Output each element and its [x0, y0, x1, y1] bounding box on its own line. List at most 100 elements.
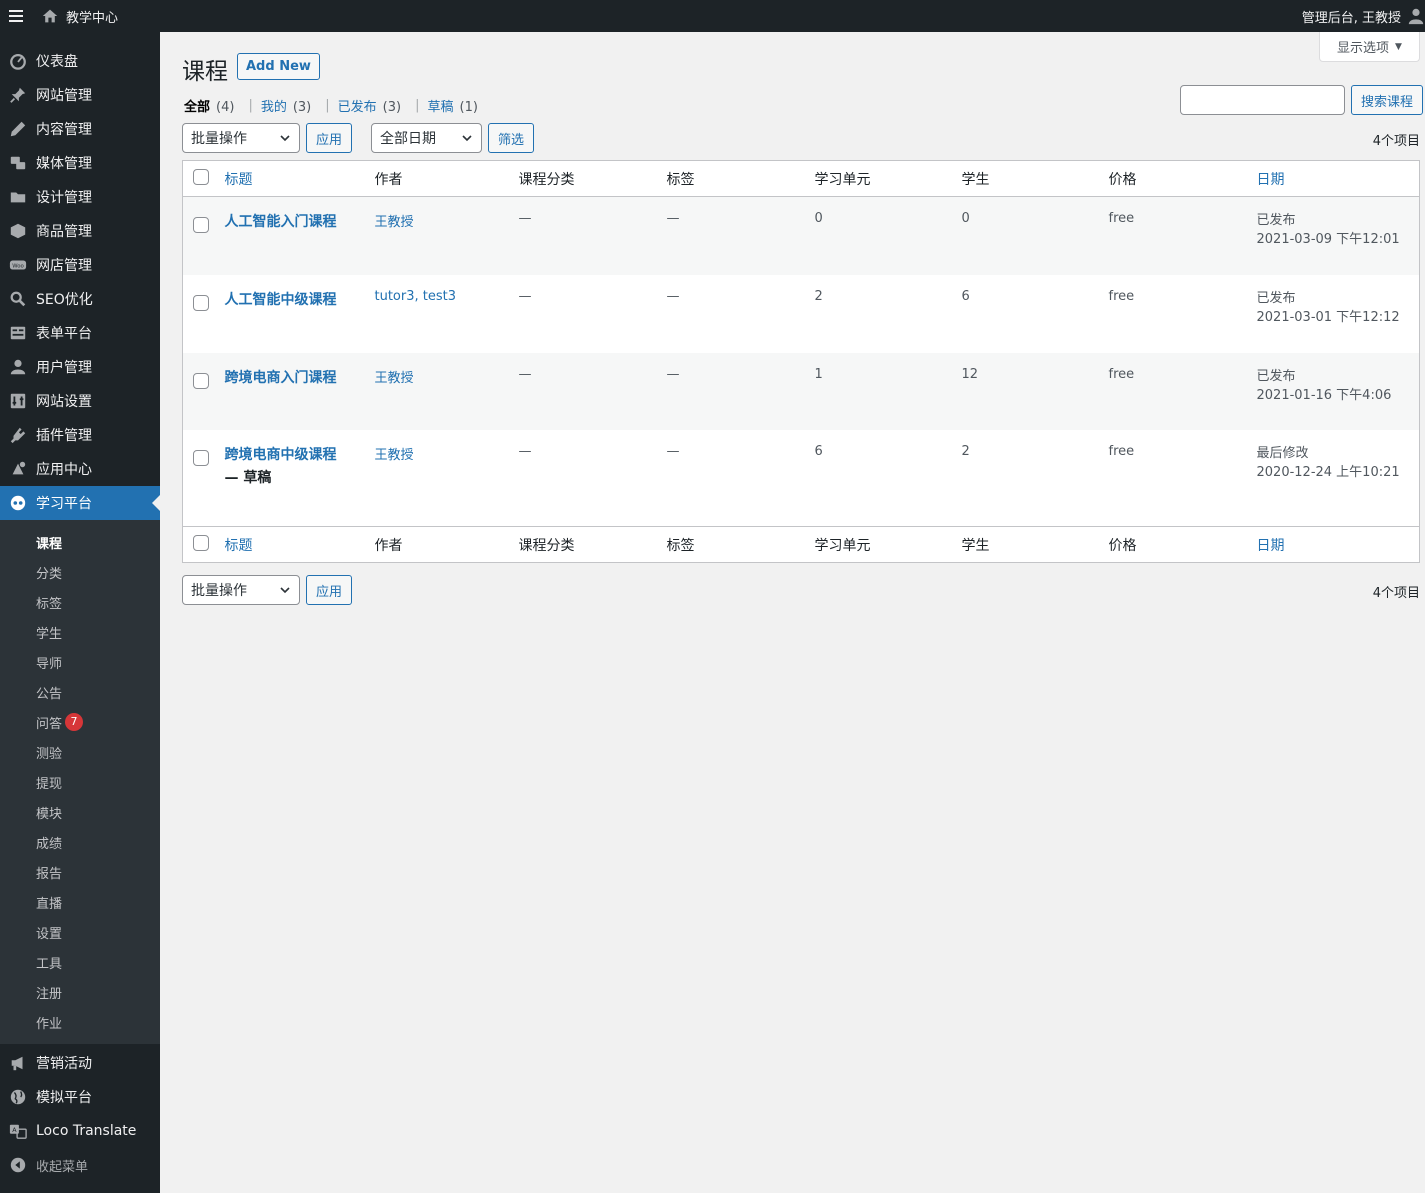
author-link[interactable]: tutor3, test3: [375, 289, 457, 304]
row-checkbox[interactable]: [193, 372, 209, 389]
row-checkbox[interactable]: [193, 217, 209, 233]
submenu-item[interactable]: 设置: [0, 917, 160, 947]
bulk-action-select-bottom[interactable]: 批量操作: [182, 575, 300, 605]
submenu-item[interactable]: 注册: [0, 977, 160, 1007]
apply-button-bottom[interactable]: 应用: [306, 575, 353, 605]
view-all[interactable]: 全部 (4): [184, 96, 234, 115]
sidebar-item-collapse[interactable]: 收起菜单: [0, 1148, 160, 1182]
sidebar-item-label: 网站设置: [36, 394, 92, 410]
folder-icon: [0, 188, 36, 206]
submenu-item[interactable]: 问答 7: [0, 707, 160, 737]
course-title-link[interactable]: 人工智能中级课程: [225, 292, 337, 308]
chevron-down-icon: [280, 135, 290, 142]
caret-down-icon: ▼: [1395, 41, 1402, 52]
submenu-item[interactable]: 提现: [0, 767, 160, 797]
view-mine[interactable]: 我的 (3): [261, 96, 311, 115]
category-cell: —: [518, 211, 532, 226]
sidebar-item-dashboard[interactable]: 仪表盘: [0, 44, 160, 78]
date-filter-select[interactable]: 全部日期: [371, 123, 482, 153]
view-published[interactable]: 已发布 (3): [338, 96, 401, 115]
sidebar-item-label: 表单平台: [36, 326, 92, 342]
sidebar-item-box[interactable]: 商品管理: [0, 214, 160, 248]
course-title-link[interactable]: 人工智能入门课程: [225, 214, 337, 230]
author-link[interactable]: 王教授: [375, 215, 414, 230]
search-input[interactable]: [1179, 85, 1345, 115]
column-title[interactable]: 标题: [225, 527, 375, 563]
select-all-checkbox-footer[interactable]: [193, 534, 209, 551]
sidebar-item-label: 仪表盘: [36, 54, 78, 70]
column-category: 课程分类: [518, 537, 575, 554]
sidebar-item-pin[interactable]: 网站管理: [0, 78, 160, 112]
sidebar-item-label: 媒体管理: [36, 156, 92, 172]
post-date: 2021-01-16 下午4:06: [1256, 387, 1392, 403]
sidebar-item-label: 应用中心: [36, 462, 92, 478]
tablenav-bottom: 批量操作 应用 4个项目: [182, 575, 1420, 605]
bulk-action-select[interactable]: 批量操作: [182, 123, 300, 153]
submenu-item[interactable]: 成绩: [0, 827, 160, 857]
table-footer: 标题 作者 课程分类 标签 学习单元 学生 价格 日期: [182, 526, 1420, 563]
sidebar-item-apps[interactable]: 应用中心: [0, 452, 160, 486]
submenu-item[interactable]: 工具: [0, 947, 160, 977]
submenu-item[interactable]: 直播: [0, 887, 160, 917]
submenu-item[interactable]: 公告: [0, 677, 160, 707]
user-icon: [0, 358, 36, 376]
hamburger-menu-icon[interactable]: [0, 0, 32, 32]
column-tags: 标签: [666, 537, 695, 554]
author-link[interactable]: 王教授: [375, 448, 414, 463]
add-new-button[interactable]: Add New: [237, 53, 320, 80]
apps-icon: [0, 460, 36, 478]
sidebar-item-pencil[interactable]: 内容管理: [0, 112, 160, 146]
submenu-item[interactable]: 作业: [0, 1007, 160, 1037]
row-checkbox[interactable]: [193, 449, 209, 466]
row-checkbox[interactable]: [193, 294, 209, 311]
sidebar-item-search[interactable]: SEO优化: [0, 282, 160, 316]
column-date[interactable]: 日期: [1257, 527, 1420, 563]
sidebar-item-folder[interactable]: 设计管理: [0, 180, 160, 214]
lessons-cell: 1: [814, 366, 823, 382]
sidebar-item-globe[interactable]: 模拟平台: [0, 1080, 160, 1114]
sidebar-item-media[interactable]: 媒体管理: [0, 146, 160, 180]
view-draft[interactable]: 草稿 (1): [427, 96, 477, 115]
column-students: 学生: [961, 171, 990, 188]
submenu-item[interactable]: 导师: [0, 647, 160, 677]
course-title-link[interactable]: 跨境电商入门课程: [225, 370, 337, 386]
sidebar-item-label: 网店管理: [36, 258, 92, 274]
column-lessons: 学习单元: [814, 171, 871, 188]
column-date[interactable]: 日期: [1257, 161, 1420, 197]
category-cell: —: [518, 366, 532, 382]
submenu-item[interactable]: 报告: [0, 857, 160, 887]
column-title[interactable]: 标题: [225, 161, 375, 197]
sidebar-item-user[interactable]: 用户管理: [0, 350, 160, 384]
submenu-item[interactable]: 标签: [0, 587, 160, 617]
translate-icon: A: [0, 1122, 36, 1140]
sidebar-item-megaphone[interactable]: 营销活动: [0, 1046, 160, 1080]
sidebar-item-form[interactable]: 表单平台: [0, 316, 160, 350]
author-link[interactable]: 王教授: [375, 371, 414, 386]
submenu-item[interactable]: 测验: [0, 737, 160, 767]
sidebar-item-plugin[interactable]: 插件管理: [0, 418, 160, 452]
sidebar-item-woo[interactable]: Woo 网店管理: [0, 248, 160, 282]
search-courses-button[interactable]: 搜索课程: [1350, 85, 1423, 115]
sidebar-item-settings[interactable]: 网站设置: [0, 384, 160, 418]
students-cell: 2: [961, 443, 970, 459]
my-account[interactable]: 管理后台, 王教授: [1302, 0, 1425, 32]
course-title-link[interactable]: 跨境电商中级课程: [225, 447, 337, 463]
column-author: 作者: [374, 537, 403, 554]
post-date: 2020-12-24 上午10:21: [1256, 464, 1400, 480]
post-date: 2021-03-09 下午12:01: [1256, 232, 1400, 247]
search-box: 搜索课程: [1179, 85, 1423, 115]
category-cell: —: [518, 443, 532, 459]
sidebar-item-translate[interactable]: A Loco Translate: [0, 1114, 160, 1148]
sidebar-item-tutor[interactable]: 学习平台: [0, 486, 160, 520]
apply-button[interactable]: 应用: [306, 123, 353, 153]
submenu-item[interactable]: 学生: [0, 617, 160, 647]
screen-options-button[interactable]: 显示选项 ▼: [1319, 32, 1420, 62]
site-name-link[interactable]: 教学中心: [42, 7, 118, 26]
submenu-item[interactable]: 课程: [0, 527, 160, 557]
select-all-checkbox[interactable]: [193, 168, 209, 185]
settings-icon: [0, 392, 36, 410]
submenu-item[interactable]: 分类: [0, 557, 160, 587]
avatar-icon: [1408, 8, 1424, 25]
submenu-item[interactable]: 模块: [0, 797, 160, 827]
filter-button[interactable]: 筛选: [488, 123, 535, 153]
